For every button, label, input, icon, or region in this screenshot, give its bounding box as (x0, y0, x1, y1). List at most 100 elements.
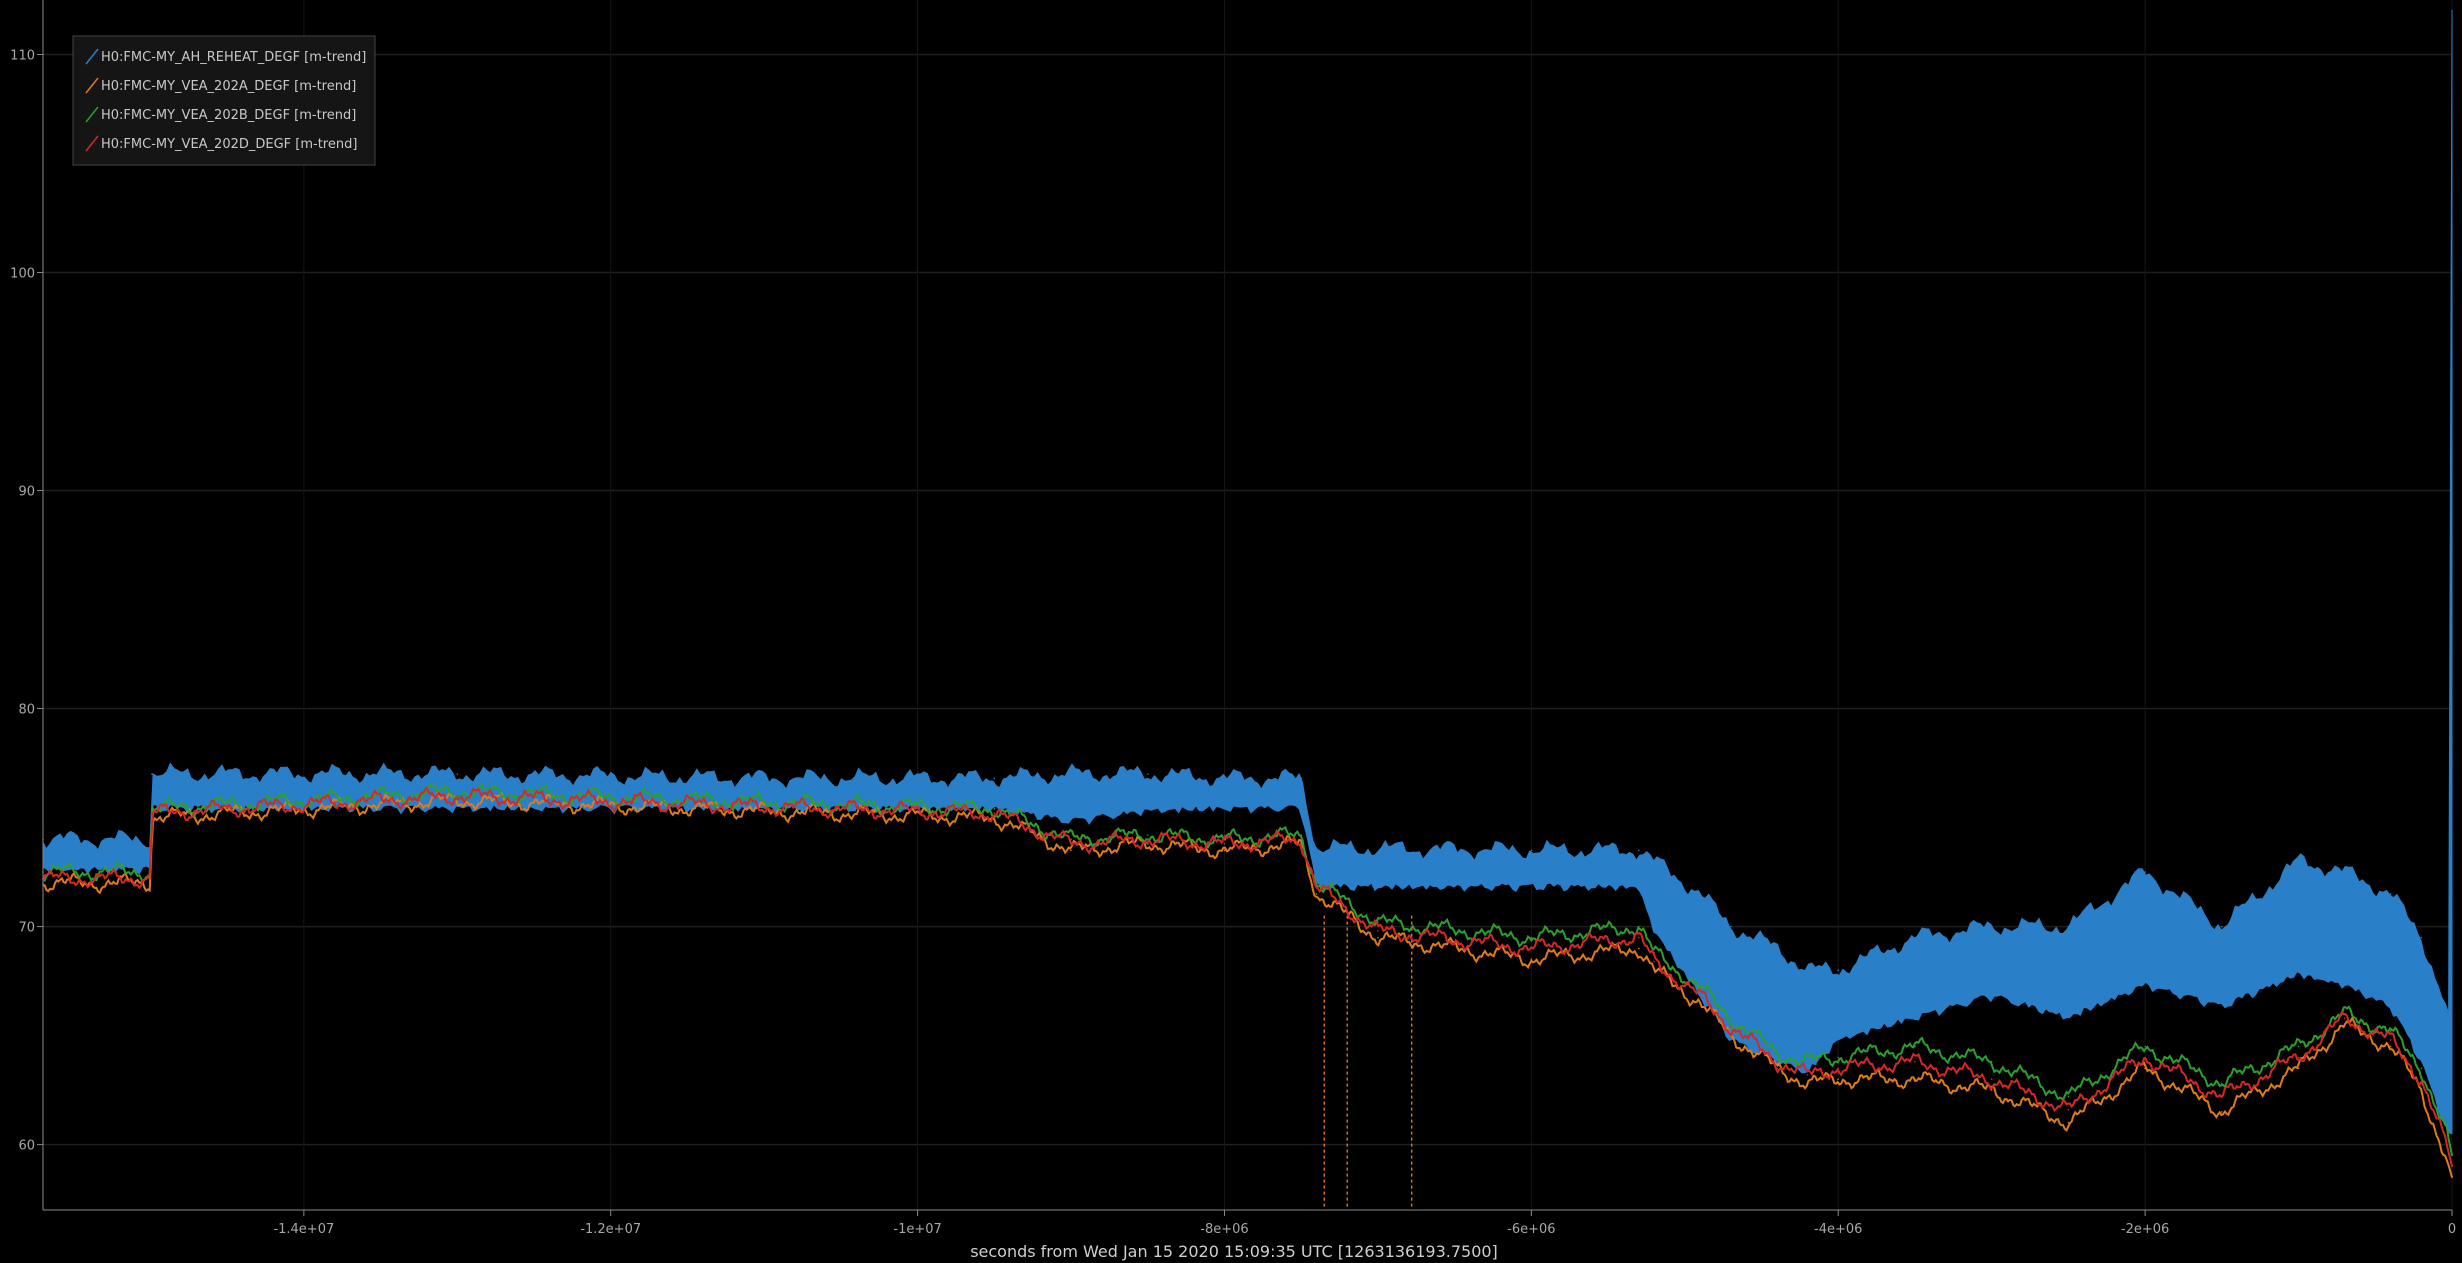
legend-entry: H0:FMC-MY_VEA_202A_DEGF [m-trend] (101, 79, 356, 94)
data-point (2297, 1045, 2300, 1048)
data-point (2067, 925, 2070, 928)
data-point (1699, 986, 1701, 989)
y-tick-label: 100 (10, 267, 35, 282)
y-tick-label: 110 (10, 49, 35, 64)
data-point (2221, 1082, 2223, 1085)
data-point (1806, 1074, 1809, 1076)
data-point (2144, 871, 2146, 873)
data-point (2297, 1067, 2300, 1070)
data-point (1837, 1078, 1839, 1080)
data-point (1837, 1067, 1839, 1070)
data-point (1070, 849, 1072, 852)
data-point (1776, 1060, 1778, 1063)
data-point (1377, 930, 1379, 932)
legend: H0:FMC-MY_AH_REHEAT_DEGF [m-trend] H0:FMC… (72, 35, 376, 166)
data-point (1699, 1002, 1701, 1004)
data-point (2389, 1045, 2392, 1048)
data-point (763, 777, 765, 780)
data-point (993, 777, 996, 780)
x-tick-label: -1.4e+07 (273, 1222, 334, 1237)
x-tick-label: -8e+06 (1200, 1222, 1248, 1237)
data-point (1638, 947, 1640, 950)
data-point (763, 805, 765, 808)
data-point (2067, 1122, 2070, 1124)
data-point (2067, 1108, 2070, 1111)
x-axis-label: seconds from Wed Jan 15 2020 15:09:35 UT… (970, 1242, 1498, 1261)
data-point (2067, 1095, 2070, 1098)
data-point (1837, 1056, 1839, 1059)
data-point (1699, 995, 1701, 998)
data-point (1315, 893, 1318, 895)
data-point (2221, 1111, 2223, 1113)
data-point (1147, 834, 1149, 836)
data-point (2343, 1017, 2346, 1019)
data-point (1806, 969, 1809, 971)
data-point (1990, 1078, 1993, 1080)
y-tick-label: 90 (18, 485, 35, 500)
data-point (1990, 1060, 1993, 1063)
data-point (2144, 1045, 2146, 1048)
data-point (1730, 1017, 1732, 1019)
data-point (2451, 1176, 2453, 1179)
data-point (2420, 1089, 2423, 1091)
data-point (2221, 925, 2223, 928)
data-point (1223, 842, 1226, 845)
data-point (1530, 958, 1533, 961)
x-tick-label: 0 (2448, 1222, 2456, 1237)
data-point (2343, 871, 2346, 873)
data-point (149, 877, 152, 880)
data-point (2451, 1165, 2453, 1168)
data-point (1914, 1078, 1916, 1080)
data-point (2144, 1056, 2146, 1059)
data-point (1300, 834, 1302, 836)
data-point (2451, 10, 2453, 12)
data-point (1653, 960, 1655, 963)
data-point (2448, 1152, 2450, 1155)
data-point (763, 801, 765, 804)
data-point (151, 808, 153, 810)
data-point (2448, 1139, 2450, 1141)
data-point (1806, 1060, 1809, 1063)
data-point (2389, 893, 2392, 895)
data-point (1914, 936, 1916, 939)
data-point (2343, 1023, 2346, 1026)
data-point (1530, 849, 1533, 852)
data-point (1315, 882, 1318, 884)
data-point (149, 882, 152, 884)
data-point (2297, 860, 2300, 862)
data-point (2448, 1013, 2450, 1015)
data-point (1530, 947, 1533, 950)
data-point (1070, 773, 1072, 775)
data-point (1315, 847, 1318, 849)
x-tick-label: -1.2e+07 (580, 1222, 641, 1237)
data-point (2221, 1095, 2223, 1098)
data-point (1730, 925, 1732, 928)
data-point (1070, 842, 1072, 845)
legend-entry: H0:FMC-MY_VEA_202B_DEGF [m-trend] (101, 108, 356, 123)
x-tick-label: -4e+06 (1814, 1222, 1862, 1237)
data-point (1653, 860, 1655, 862)
data-point (151, 773, 153, 775)
x-tick-label: -6e+06 (1507, 1222, 1555, 1237)
y-tick-label: 60 (18, 1139, 35, 1154)
data-point (1776, 1052, 1778, 1054)
data-point (1638, 925, 1640, 928)
data-point (2448, 1165, 2450, 1168)
data-point (1530, 936, 1533, 939)
data-point (2420, 1078, 2423, 1080)
data-point (2389, 1030, 2392, 1032)
data-point (1638, 936, 1640, 939)
data-point (1377, 936, 1379, 939)
data-point (1147, 773, 1149, 775)
data-point (2420, 1067, 2423, 1070)
data-point (1730, 1026, 1732, 1028)
data-point (993, 808, 996, 810)
x-tick-label: -2e+06 (2121, 1222, 2169, 1237)
data-point (1806, 1082, 1809, 1085)
data-point (1914, 1060, 1916, 1063)
y-tick-label: 80 (18, 703, 35, 718)
data-point (2297, 1056, 2300, 1059)
legend-entry: H0:FMC-MY_VEA_202D_DEGF [m-trend] (101, 137, 357, 152)
data-point (2389, 1039, 2392, 1041)
data-point (456, 773, 459, 775)
